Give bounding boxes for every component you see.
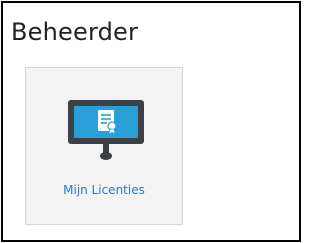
tile-label: Mijn Licenties xyxy=(63,183,145,197)
monitor-certificate-icon xyxy=(68,100,144,160)
admin-panel: Beheerder Mijn Licenties xyxy=(1,1,301,242)
page-title: Beheerder xyxy=(11,18,139,46)
tile-my-licenses[interactable]: Mijn Licenties xyxy=(25,67,183,225)
